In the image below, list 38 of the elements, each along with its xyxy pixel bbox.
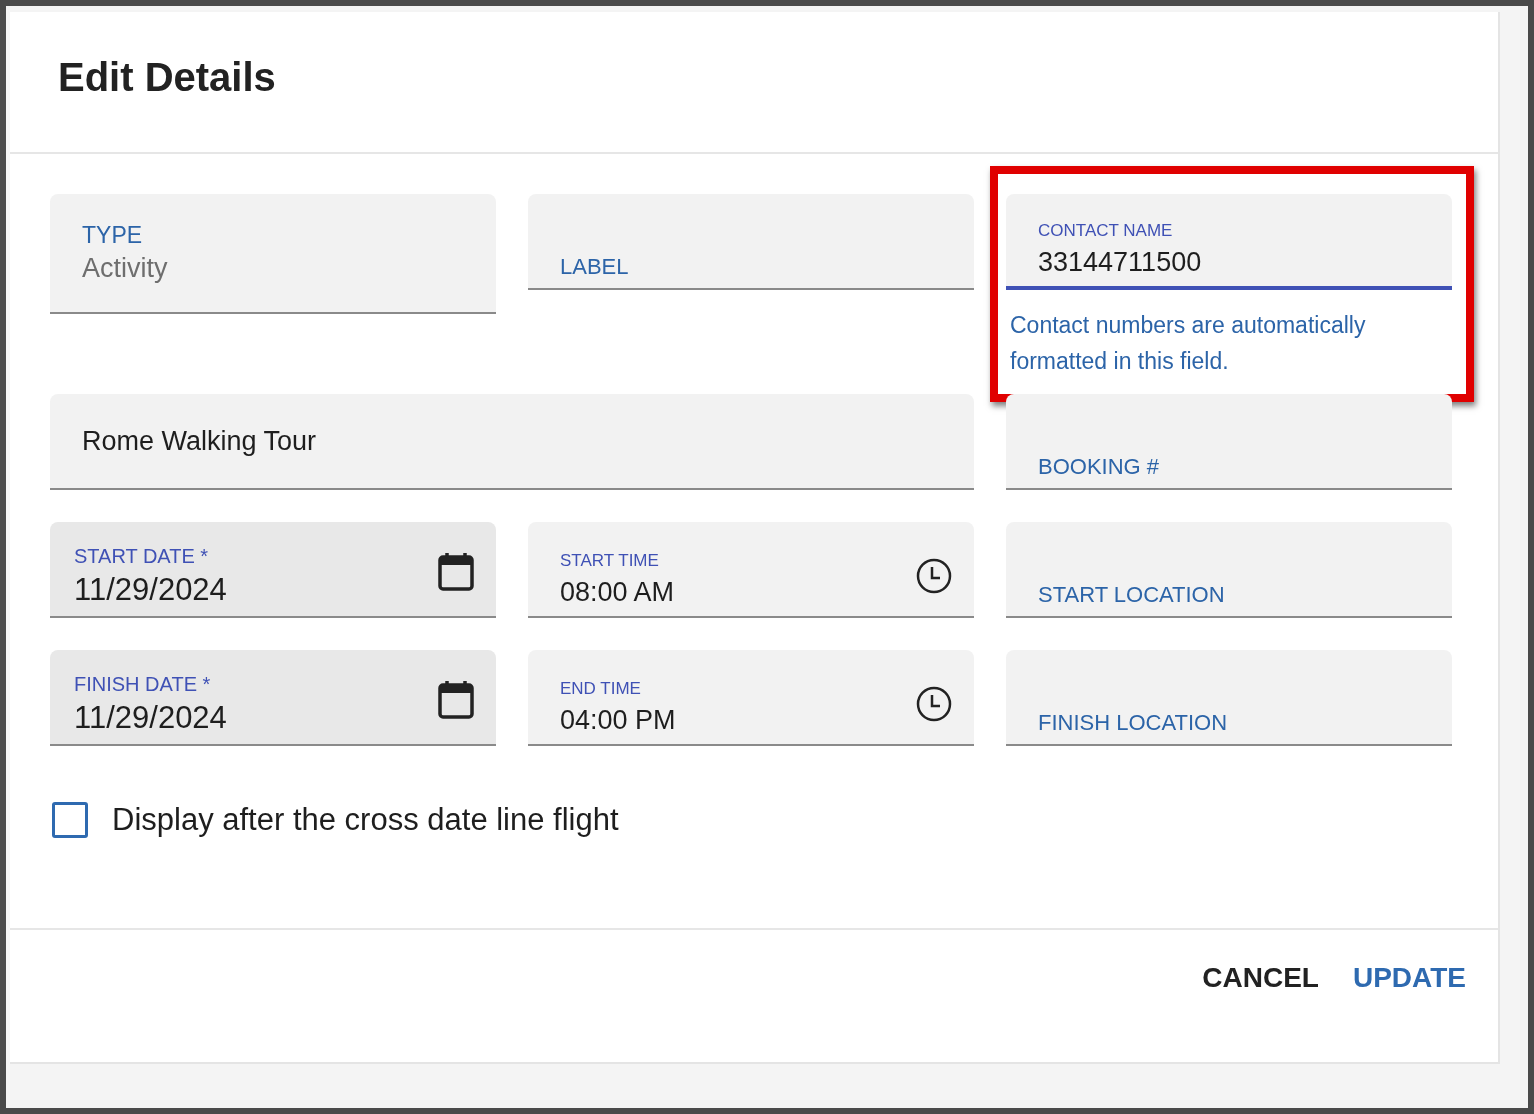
input-field[interactable]: Rome Walking Tour (50, 394, 974, 490)
field-label: FINISH LOCATION (1038, 710, 1229, 736)
field-value: 08:00 AM (560, 577, 676, 608)
field-value: Activity (82, 253, 169, 284)
checkbox-label: Display after the cross date line flight (112, 802, 619, 838)
field-value: Rome Walking Tour (82, 425, 318, 457)
field-value: 04:00 PM (560, 705, 677, 736)
select-field[interactable]: TYPE Activity (50, 194, 496, 314)
field-label: TYPE (82, 222, 144, 249)
input-field[interactable]: BOOKING # (1006, 394, 1452, 490)
date-field[interactable]: FINISH DATE * 11/29/2024 (50, 650, 496, 746)
field-value: 33144711500 (1038, 247, 1203, 278)
field-label: BOOKING # (1038, 454, 1161, 480)
time-field[interactable]: END TIME 04:00 PM (528, 650, 974, 746)
field-value: 11/29/2024 (74, 572, 228, 608)
field-label: START TIME (560, 551, 660, 571)
clock-icon[interactable] (916, 558, 952, 594)
calendar-icon[interactable] (438, 680, 474, 720)
update-button[interactable]: UPDATE (1350, 958, 1468, 998)
input-field[interactable]: LABEL (528, 194, 974, 290)
field-label: FINISH DATE * (74, 673, 212, 696)
field-label: START DATE * (74, 545, 210, 568)
field-label: START LOCATION (1038, 582, 1226, 608)
time-field[interactable]: START TIME 08:00 AM (528, 522, 974, 618)
input-field[interactable]: CONTACT NAME 33144711500 (1006, 194, 1452, 290)
field-label: LABEL (560, 254, 630, 280)
calendar-icon[interactable] (438, 552, 474, 592)
field-label: CONTACT NAME (1038, 221, 1174, 241)
date-field[interactable]: START DATE * 11/29/2024 (50, 522, 496, 618)
clock-icon[interactable] (916, 686, 952, 722)
input-field[interactable]: FINISH LOCATION (1006, 650, 1452, 746)
checkbox[interactable] (52, 802, 88, 838)
helper-text: Contact numbers are automatically formatted in this field. (1010, 311, 1367, 376)
dialog-title: Edit Details (58, 54, 276, 101)
field-label: END TIME (560, 679, 642, 699)
cancel-button[interactable]: CANCEL (1200, 958, 1321, 998)
field-value: 11/29/2024 (74, 700, 228, 736)
input-field[interactable]: START LOCATION (1006, 522, 1452, 618)
